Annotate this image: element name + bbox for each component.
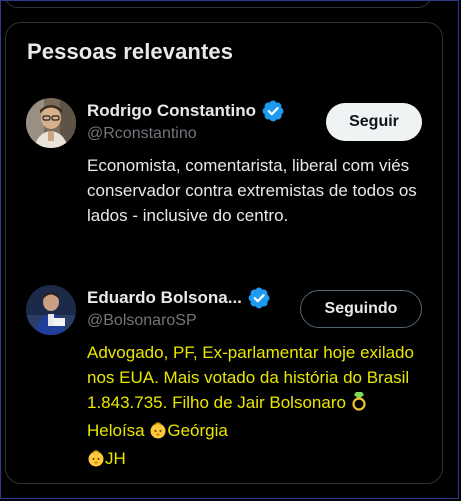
bio-text-heloisa: Heloísa [87,421,150,440]
avatar[interactable] [26,98,76,148]
user-handle[interactable]: @Rconstantino [87,125,197,143]
bio-text-jh: JH [105,449,126,468]
panel-title: Pessoas relevantes [27,39,234,64]
previous-card-edge [4,0,432,8]
relevant-people-panel: Pessoas relevantes Rodrigo Constantino @… [5,22,443,484]
verified-badge-icon [248,287,270,309]
user-handle[interactable]: @BolsonaroSP [87,312,197,330]
baby-emoji-icon [87,449,105,474]
following-button[interactable]: Seguindo [300,290,422,328]
display-name[interactable]: Eduardo Bolsona... [87,288,242,308]
name-row: Eduardo Bolsona... [87,287,270,309]
user-bio: Economista, comentarista, liberal com vi… [87,156,417,225]
baby-emoji-icon [149,421,167,446]
follow-button[interactable]: Seguir [326,103,422,141]
name-row: Rodrigo Constantino [87,100,284,122]
user-bio: Advogado, PF, Ex-parlamentar hoje exilad… [87,340,427,474]
verified-badge-icon [262,100,284,122]
avatar[interactable] [26,285,76,335]
bio-text-georgia: Geórgia [167,421,228,440]
ring-emoji-icon [351,391,367,418]
display-name[interactable]: Rodrigo Constantino [87,101,256,121]
